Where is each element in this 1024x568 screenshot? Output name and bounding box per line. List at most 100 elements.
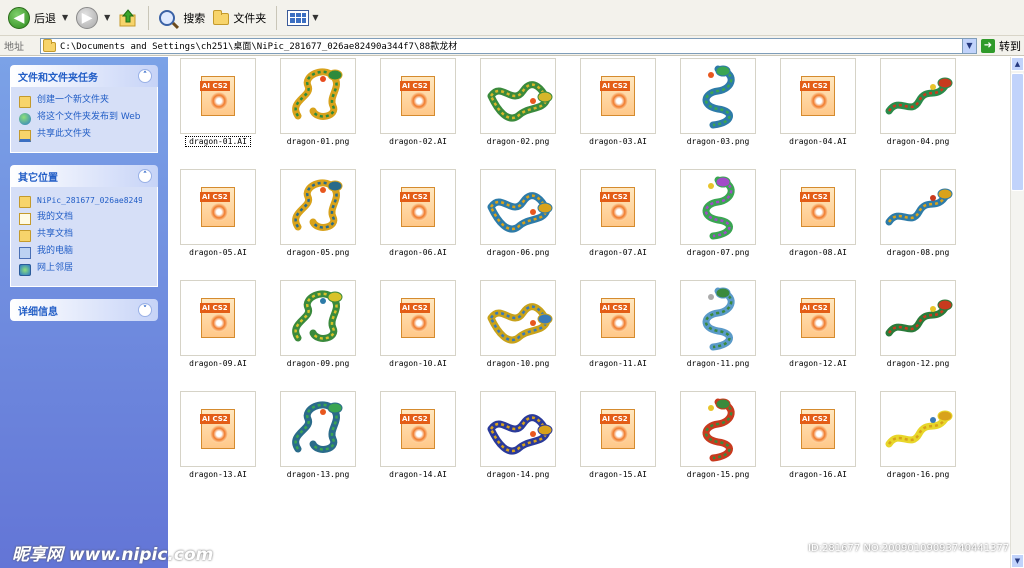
panel-title: 文件和文件夹任务 bbox=[18, 72, 98, 84]
file-thumbnail[interactable] bbox=[280, 391, 356, 467]
up-folder-button[interactable] bbox=[114, 4, 142, 32]
file-thumbnail[interactable] bbox=[480, 58, 556, 134]
file-item[interactable]: dragon-02.png bbox=[468, 58, 568, 168]
file-thumbnail[interactable] bbox=[480, 280, 556, 356]
file-thumbnail[interactable] bbox=[880, 169, 956, 245]
details-header[interactable]: 详细信息 ˅ bbox=[10, 299, 158, 321]
file-item[interactable]: dragon-09.png bbox=[268, 280, 368, 390]
file-item[interactable]: AI CS2 dragon-04.AI bbox=[768, 58, 868, 168]
file-thumbnail[interactable] bbox=[880, 391, 956, 467]
file-thumbnail[interactable]: AI CS2 bbox=[380, 280, 456, 356]
file-thumbnail[interactable] bbox=[880, 280, 956, 356]
file-item[interactable]: AI CS2 dragon-12.AI bbox=[768, 280, 868, 390]
file-item[interactable]: dragon-07.png bbox=[668, 169, 768, 279]
file-item[interactable]: AI CS2 dragon-14.AI bbox=[368, 391, 468, 501]
task-share-folder[interactable]: 共享此文件夹 bbox=[19, 129, 153, 142]
file-item[interactable]: dragon-12.png bbox=[868, 280, 968, 390]
file-thumbnail[interactable]: AI CS2 bbox=[180, 280, 256, 356]
file-thumbnail[interactable] bbox=[880, 58, 956, 134]
file-item[interactable]: AI CS2 dragon-06.AI bbox=[368, 169, 468, 279]
file-thumbnail[interactable] bbox=[680, 391, 756, 467]
file-thumbnail[interactable] bbox=[680, 169, 756, 245]
address-input[interactable]: C:\Documents and Settings\ch251\桌面\NiPic… bbox=[40, 37, 977, 54]
file-thumbnail[interactable]: AI CS2 bbox=[580, 58, 656, 134]
file-thumbnail[interactable] bbox=[280, 169, 356, 245]
file-thumbnail[interactable] bbox=[280, 58, 356, 134]
other-places-header[interactable]: 其它位置 ˄ bbox=[10, 165, 158, 187]
file-item[interactable]: dragon-04.png bbox=[868, 58, 968, 168]
file-thumbnail[interactable]: AI CS2 bbox=[780, 280, 856, 356]
place-my-documents[interactable]: 我的文档 bbox=[19, 212, 153, 225]
file-item[interactable]: dragon-16.png bbox=[868, 391, 968, 501]
place-my-computer[interactable]: 我的电脑 bbox=[19, 246, 153, 259]
file-thumbnail[interactable] bbox=[480, 169, 556, 245]
file-thumbnail[interactable]: AI CS2 bbox=[780, 391, 856, 467]
expand-down-icon[interactable]: ˅ bbox=[138, 303, 152, 317]
file-thumbnail[interactable] bbox=[680, 58, 756, 134]
file-thumbnail[interactable]: AI CS2 bbox=[780, 169, 856, 245]
place-shared-documents[interactable]: 共享文档 bbox=[19, 229, 153, 242]
forward-dropdown-icon[interactable]: ▼ bbox=[104, 13, 110, 22]
share-folder-icon bbox=[19, 130, 31, 142]
file-item[interactable]: AI CS2 dragon-10.AI bbox=[368, 280, 468, 390]
flower-icon bbox=[810, 425, 828, 443]
go-button[interactable]: ➜ 转到 bbox=[981, 38, 1021, 54]
forward-button[interactable]: ▶ ▼ bbox=[72, 4, 114, 32]
collapse-up-icon[interactable]: ˄ bbox=[138, 69, 152, 83]
back-button[interactable]: ◀ 后退 ▼ bbox=[4, 4, 72, 32]
file-item[interactable]: dragon-01.png bbox=[268, 58, 368, 168]
file-thumbnail[interactable]: AI CS2 bbox=[580, 391, 656, 467]
file-item[interactable]: dragon-11.png bbox=[668, 280, 768, 390]
file-item[interactable]: AI CS2 dragon-07.AI bbox=[568, 169, 668, 279]
file-thumbnail[interactable]: AI CS2 bbox=[180, 391, 256, 467]
file-item[interactable]: AI CS2 dragon-05.AI bbox=[168, 169, 268, 279]
file-item[interactable]: AI CS2 dragon-13.AI bbox=[168, 391, 268, 501]
file-item[interactable]: dragon-14.png bbox=[468, 391, 568, 501]
file-thumbnail[interactable]: AI CS2 bbox=[580, 280, 656, 356]
address-dropdown-icon[interactable]: ▼ bbox=[962, 38, 976, 53]
file-tasks-header[interactable]: 文件和文件夹任务 ˄ bbox=[10, 65, 158, 87]
illustrator-file-icon: AI CS2 bbox=[200, 298, 235, 338]
file-thumbnail[interactable]: AI CS2 bbox=[180, 58, 256, 134]
file-item[interactable]: dragon-10.png bbox=[468, 280, 568, 390]
forward-arrow-icon: ▶ bbox=[76, 6, 99, 29]
ai-badge: AI CS2 bbox=[600, 81, 630, 91]
back-dropdown-icon[interactable]: ▼ bbox=[62, 13, 68, 22]
file-item[interactable]: dragon-06.png bbox=[468, 169, 568, 279]
file-item[interactable]: dragon-03.png bbox=[668, 58, 768, 168]
scroll-thumb[interactable] bbox=[1011, 73, 1024, 191]
place-network[interactable]: 网上邻居 bbox=[19, 263, 153, 276]
scroll-up-icon[interactable]: ▲ bbox=[1011, 57, 1024, 71]
file-item[interactable]: dragon-13.png bbox=[268, 391, 368, 501]
file-thumbnail[interactable]: AI CS2 bbox=[380, 391, 456, 467]
scroll-down-icon[interactable]: ▼ bbox=[1011, 554, 1024, 568]
file-item[interactable]: AI CS2 dragon-03.AI bbox=[568, 58, 668, 168]
file-thumbnail[interactable] bbox=[480, 391, 556, 467]
file-item[interactable]: AI CS2 dragon-02.AI bbox=[368, 58, 468, 168]
search-button[interactable]: 搜索 bbox=[155, 4, 209, 32]
file-thumbnail[interactable]: AI CS2 bbox=[580, 169, 656, 245]
file-item[interactable]: AI CS2 dragon-01.AI bbox=[168, 58, 268, 168]
place-parent-folder[interactable]: NiPic_281677_026ae8249 bbox=[19, 195, 153, 208]
file-item[interactable]: dragon-15.png bbox=[668, 391, 768, 501]
file-item[interactable]: dragon-05.png bbox=[268, 169, 368, 279]
file-item[interactable]: AI CS2 dragon-15.AI bbox=[568, 391, 668, 501]
file-thumbnail[interactable] bbox=[680, 280, 756, 356]
file-item[interactable]: AI CS2 dragon-16.AI bbox=[768, 391, 868, 501]
file-item[interactable]: AI CS2 dragon-09.AI bbox=[168, 280, 268, 390]
views-button[interactable]: ▼ bbox=[283, 4, 322, 32]
task-publish-web[interactable]: 将这个文件夹发布到 Web bbox=[19, 112, 153, 125]
file-item[interactable]: AI CS2 dragon-08.AI bbox=[768, 169, 868, 279]
file-thumbnail[interactable]: AI CS2 bbox=[380, 169, 456, 245]
vertical-scrollbar[interactable]: ▲ ▼ bbox=[1010, 57, 1024, 568]
file-thumbnail[interactable]: AI CS2 bbox=[380, 58, 456, 134]
file-thumbnail[interactable] bbox=[280, 280, 356, 356]
collapse-up-icon[interactable]: ˄ bbox=[138, 169, 152, 183]
file-item[interactable]: dragon-08.png bbox=[868, 169, 968, 279]
folders-button[interactable]: 文件夹 bbox=[209, 4, 270, 32]
file-item[interactable]: AI CS2 dragon-11.AI bbox=[568, 280, 668, 390]
file-thumbnail[interactable]: AI CS2 bbox=[780, 58, 856, 134]
file-name: dragon-10.png bbox=[486, 359, 550, 368]
file-thumbnail[interactable]: AI CS2 bbox=[180, 169, 256, 245]
task-new-folder[interactable]: 创建一个新文件夹 bbox=[19, 95, 153, 108]
